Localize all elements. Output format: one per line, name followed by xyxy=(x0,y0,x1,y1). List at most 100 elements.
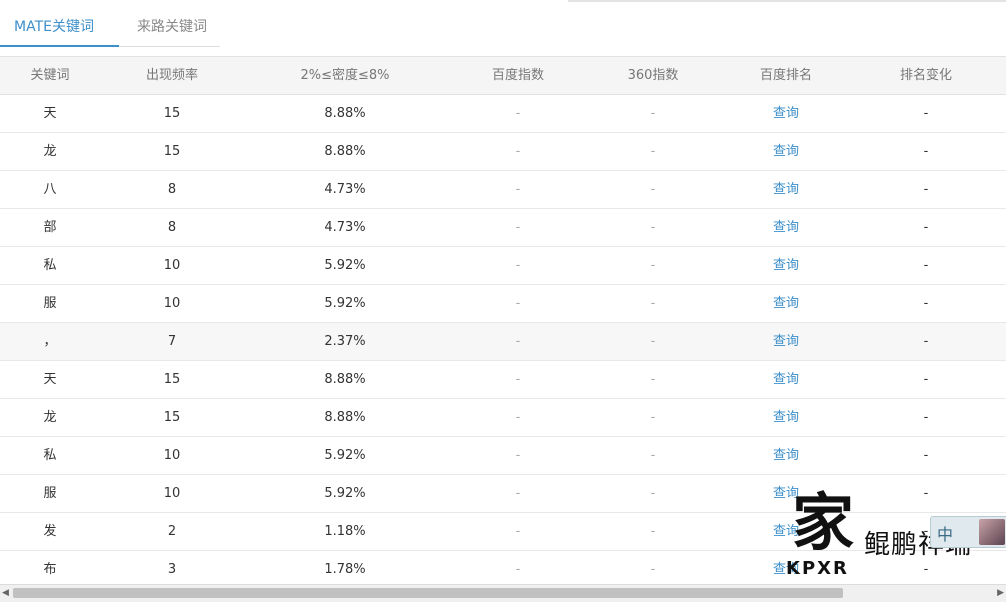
cell-360-index: - xyxy=(650,258,656,273)
table-row: 服 10 5.92% - - 查询 - xyxy=(0,285,1006,323)
cell-frequency: 15 xyxy=(163,144,181,159)
query-rank-link[interactable]: 查询 xyxy=(726,95,846,132)
cell-density: 5.92% xyxy=(324,448,366,463)
ime-toolbar[interactable]: 中 xyxy=(930,516,1006,548)
table-row: 龙 15 8.88% - - 查询 - xyxy=(0,399,1006,437)
cell-baidu-index: - xyxy=(515,410,521,425)
cell-baidu-index: - xyxy=(515,562,521,577)
cell-keyword: 部 xyxy=(43,220,57,235)
cell-keyword: ， xyxy=(43,334,57,349)
query-rank-link[interactable]: 查询 xyxy=(726,323,846,360)
header-frequency[interactable]: 出现频率 xyxy=(112,57,232,94)
table-row: ， 7 2.37% - - 查询 - xyxy=(0,323,1006,361)
header-baidu-index[interactable]: 百度指数 xyxy=(458,57,578,94)
cell-keyword: 龙 xyxy=(43,144,57,159)
cell-baidu-index: - xyxy=(515,448,521,463)
cell-baidu-index: - xyxy=(515,144,521,159)
cell-frequency: 3 xyxy=(167,562,177,577)
cell-360-index: - xyxy=(650,144,656,159)
cell-density: 4.73% xyxy=(324,182,366,197)
cell-keyword: 龙 xyxy=(43,410,57,425)
cell-keyword: 天 xyxy=(43,372,57,387)
cell-keyword: 布 xyxy=(43,562,57,577)
query-rank-link[interactable]: 查询 xyxy=(726,285,846,322)
cell-frequency: 7 xyxy=(167,334,177,349)
query-rank-link[interactable]: 查询 xyxy=(726,437,846,474)
cell-baidu-index: - xyxy=(515,372,521,387)
header-360-index[interactable]: 360指数 xyxy=(593,57,713,94)
cell-360-index: - xyxy=(650,410,656,425)
table-row: 私 10 5.92% - - 查询 - xyxy=(0,247,1006,285)
cell-density: 4.73% xyxy=(324,220,366,235)
cell-baidu-index: - xyxy=(515,182,521,197)
tab-divider xyxy=(119,46,220,47)
cell-density: 8.88% xyxy=(324,144,366,159)
query-rank-link[interactable]: 查询 xyxy=(726,209,846,246)
cell-360-index: - xyxy=(650,372,656,387)
tab-referrer-keywords[interactable]: 来路关键词 xyxy=(137,16,207,38)
cell-density: 5.92% xyxy=(324,296,366,311)
cell-rank-change: - xyxy=(923,144,929,159)
cell-density: 1.78% xyxy=(324,562,366,577)
cell-frequency: 15 xyxy=(163,106,181,121)
cell-rank-change: - xyxy=(923,220,929,235)
cell-rank-change: - xyxy=(923,372,929,387)
cell-360-index: - xyxy=(650,106,656,121)
cell-keyword: 服 xyxy=(43,486,57,501)
tab-mate-keywords[interactable]: MATE关键词 xyxy=(14,16,94,38)
cell-360-index: - xyxy=(650,182,656,197)
cell-frequency: 10 xyxy=(163,448,181,463)
header-rank-change[interactable]: 排名变化 xyxy=(866,57,986,94)
cell-keyword: 天 xyxy=(43,106,57,121)
header-keyword[interactable]: 关键词 xyxy=(0,57,100,94)
table-row: 天 15 8.88% - - 查询 - xyxy=(0,361,1006,399)
cell-frequency: 10 xyxy=(163,258,181,273)
header-baidu-rank[interactable]: 百度排名 xyxy=(726,57,846,94)
avatar xyxy=(979,519,1005,545)
cell-rank-change: - xyxy=(923,182,929,197)
cell-baidu-index: - xyxy=(515,220,521,235)
query-rank-link[interactable]: 查询 xyxy=(726,247,846,284)
query-rank-link[interactable]: 查询 xyxy=(726,171,846,208)
cell-density: 5.92% xyxy=(324,258,366,273)
cell-baidu-index: - xyxy=(515,486,521,501)
ime-mode-indicator[interactable]: 中 xyxy=(937,521,953,545)
horizontal-scrollbar[interactable]: ◀ ▶ xyxy=(0,584,1006,602)
cell-360-index: - xyxy=(650,562,656,577)
keyword-tabs: MATE关键词 来路关键词 xyxy=(0,0,1006,54)
cell-frequency: 8 xyxy=(167,220,177,235)
cell-keyword: 私 xyxy=(43,448,57,463)
table-header-row: 关键词 出现频率 2%≤密度≤8% 百度指数 360指数 百度排名 排名变化 xyxy=(0,56,1006,95)
cell-rank-change: - xyxy=(923,106,929,121)
query-rank-link[interactable]: 查询 xyxy=(726,399,846,436)
cell-360-index: - xyxy=(650,296,656,311)
cell-rank-change: - xyxy=(923,448,929,463)
scroll-left-arrow-icon[interactable]: ◀ xyxy=(2,588,9,598)
header-density[interactable]: 2%≤密度≤8% xyxy=(265,57,425,94)
cell-baidu-index: - xyxy=(515,106,521,121)
scroll-right-arrow-icon[interactable]: ▶ xyxy=(997,588,1004,598)
scrollbar-thumb[interactable] xyxy=(13,588,843,598)
cell-rank-change: - xyxy=(923,296,929,311)
cell-frequency: 15 xyxy=(163,372,181,387)
table-row: 龙 15 8.88% - - 查询 - xyxy=(0,133,1006,171)
cell-density: 8.88% xyxy=(324,106,366,121)
cell-frequency: 10 xyxy=(163,486,181,501)
query-rank-link[interactable]: 查询 xyxy=(726,133,846,170)
cell-density: 5.92% xyxy=(324,486,366,501)
cell-360-index: - xyxy=(650,448,656,463)
cell-rank-change: - xyxy=(923,258,929,273)
cell-keyword: 发 xyxy=(43,524,57,539)
cell-keyword: 私 xyxy=(43,258,57,273)
table-row: 私 10 5.92% - - 查询 - xyxy=(0,437,1006,475)
cell-frequency: 15 xyxy=(163,410,181,425)
cell-density: 8.88% xyxy=(324,372,366,387)
cell-baidu-index: - xyxy=(515,258,521,273)
cell-frequency: 2 xyxy=(167,524,177,539)
cell-frequency: 8 xyxy=(167,182,177,197)
query-rank-link[interactable]: 查询 xyxy=(726,361,846,398)
table-row: 天 15 8.88% - - 查询 - xyxy=(0,95,1006,133)
watermark-glyph: 家 xyxy=(792,486,855,559)
table-row: 八 8 4.73% - - 查询 - xyxy=(0,171,1006,209)
active-tab-indicator xyxy=(0,45,119,47)
